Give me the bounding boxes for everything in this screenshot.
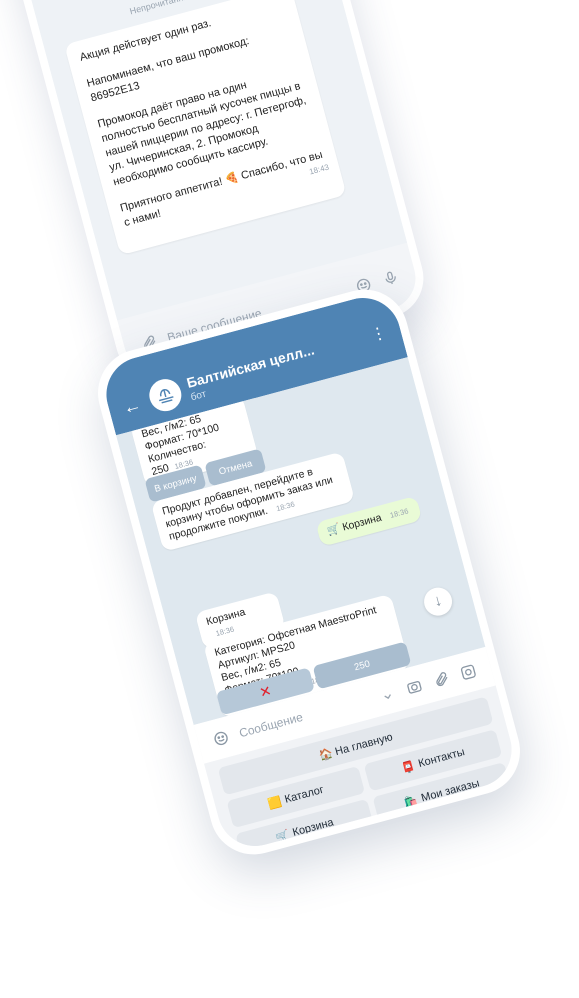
sticker-icon[interactable] [210, 727, 232, 749]
scroll-down-icon[interactable]: ↓ [420, 584, 456, 619]
camera-icon[interactable] [403, 676, 425, 698]
microphone-icon[interactable] [380, 267, 402, 289]
phone-screen: ← Балтийская целл... бот ⋮ Вес, г/м2: 65… [97, 289, 521, 855]
note-icon: 🟨 [266, 795, 283, 811]
message-text: Корзина [204, 606, 247, 629]
shopping-bags-icon: 🛍️ [402, 794, 420, 810]
back-arrow-icon[interactable]: ← [121, 394, 144, 419]
chat-title: Балтийская целл... [184, 341, 316, 391]
keyboard-toggle-icon[interactable] [457, 661, 479, 683]
button-label: Контакты [417, 746, 467, 770]
message-time: 18:36 [275, 499, 296, 514]
mailbox-icon: 📮 [400, 759, 417, 776]
avatar[interactable] [145, 375, 185, 415]
phone-main: ← Балтийская целл... бот ⋮ Вес, г/м2: 65… [88, 279, 530, 865]
paperclip-icon[interactable] [430, 668, 452, 690]
button-label: Мои заказы [419, 777, 481, 805]
button-label: Корзина [291, 816, 335, 839]
promo-message: Акция действует один раз. Напоминаем, чт… [64, 0, 347, 256]
more-icon[interactable]: ⋮ [368, 322, 389, 345]
cart-icon: 🛒 [274, 828, 291, 844]
chevron-down-icon[interactable]: ⌄ [376, 683, 398, 705]
message-text: 🛒 Корзина [325, 511, 383, 538]
chat-subtitle: бот [189, 388, 208, 404]
button-label: Каталог [283, 783, 326, 806]
message-time: 18:36 [388, 506, 410, 520]
